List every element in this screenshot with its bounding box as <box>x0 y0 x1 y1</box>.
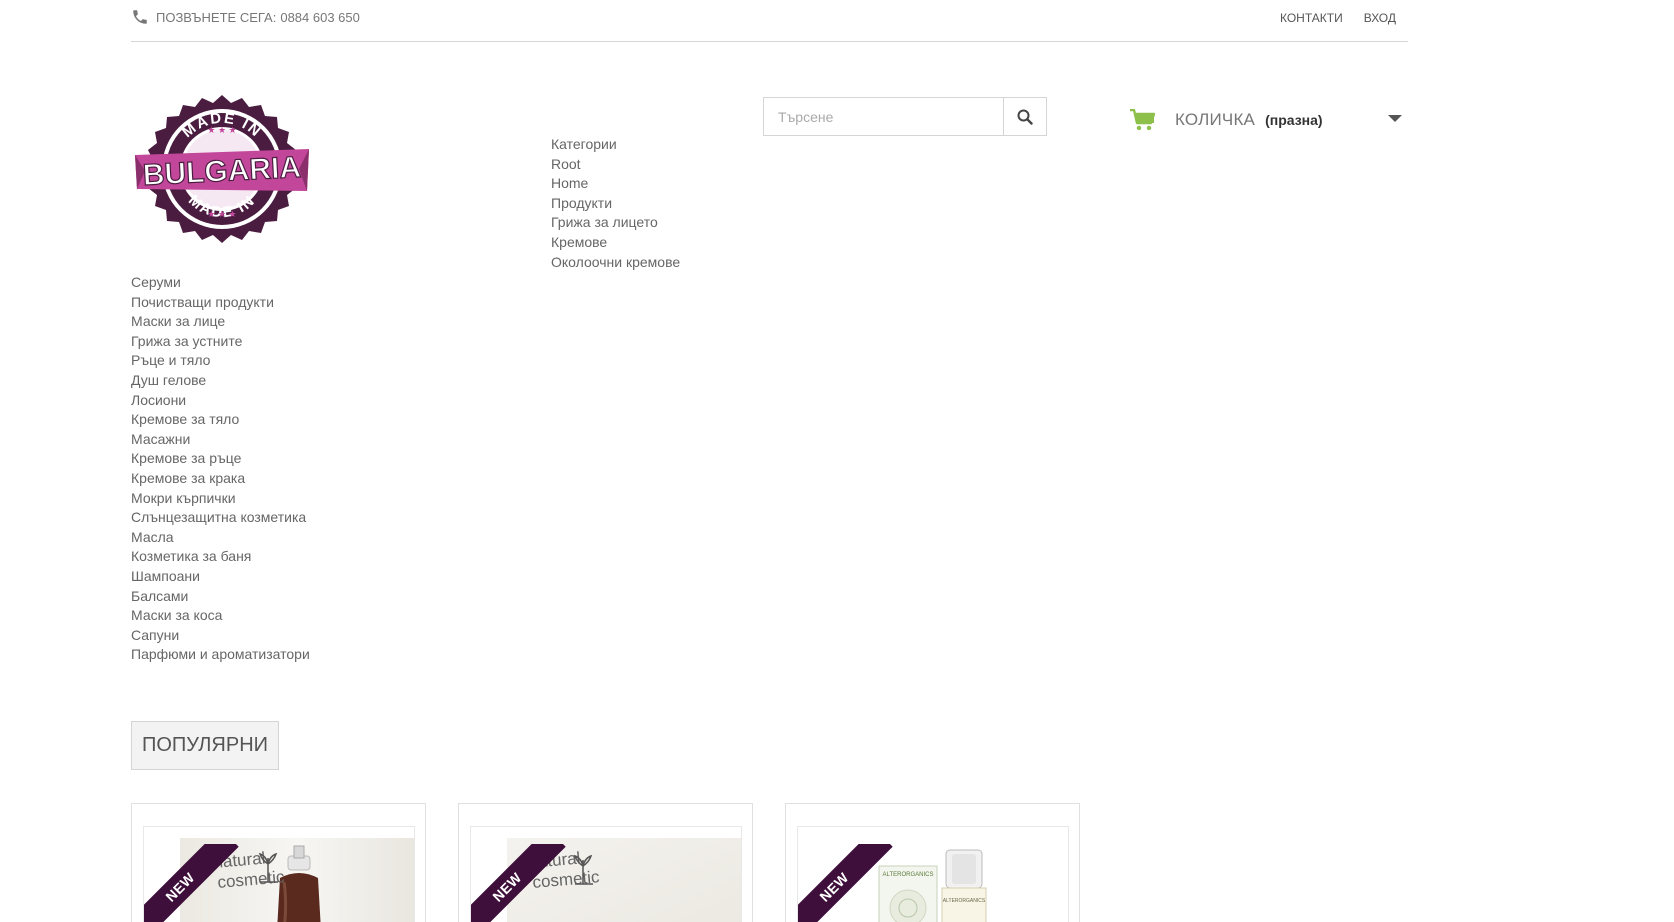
category-item[interactable]: Почистващи продукти <box>131 293 310 313</box>
category-item[interactable]: Душ гелове <box>131 371 310 391</box>
phone-info: ПОЗВЪНЕТЕ СЕГА: 0884 603 650 <box>131 8 360 26</box>
category-item[interactable]: Серуми <box>131 273 310 293</box>
category-item[interactable]: Грижа за устните <box>131 332 310 352</box>
product-card[interactable]: natural cosmetic NEW <box>131 803 426 922</box>
search-box <box>763 97 1047 136</box>
product-card[interactable]: natural cosmetic NEW <box>458 803 753 922</box>
menu-item-creams[interactable]: Кремове <box>551 233 680 253</box>
search-icon <box>1017 109 1033 125</box>
product-image[interactable]: ALTERORGANICS ALTERORGANICS <box>834 838 1068 922</box>
search-button[interactable] <box>1003 97 1047 136</box>
tab-popular[interactable]: ПОПУЛЯРНИ <box>131 721 279 770</box>
category-item[interactable]: Маски за лице <box>131 312 310 332</box>
svg-text:★ ★ ★: ★ ★ ★ <box>207 209 236 219</box>
category-list: Серуми Почистващи продукти Маски за лице… <box>131 273 310 665</box>
category-item[interactable]: Маски за коса <box>131 606 310 626</box>
top-bar: ПОЗВЪНЕТЕ СЕГА: 0884 603 650 КОНТАКТИ ВХ… <box>131 0 1408 42</box>
category-item[interactable]: Масажни <box>131 430 310 450</box>
category-item[interactable]: Слънцезащитна козметика <box>131 508 310 528</box>
cart-status: (празна) <box>1265 112 1323 128</box>
top-links: КОНТАКТИ ВХОД <box>1280 11 1396 25</box>
cart-label: КОЛИЧКА <box>1175 110 1256 129</box>
phone-label: ПОЗВЪНЕТЕ СЕГА: <box>156 9 277 25</box>
category-item[interactable]: Лосиони <box>131 391 310 411</box>
cart-icon <box>1130 109 1156 131</box>
cart-button[interactable]: КОЛИЧКА (празна) <box>1130 107 1402 133</box>
phone-number[interactable]: 0884 603 650 <box>280 10 360 25</box>
product-image[interactable]: natural cosmetic <box>180 838 414 922</box>
menu-item-eye-creams[interactable]: Околоочни кремове <box>551 253 680 273</box>
login-link[interactable]: ВХОД <box>1364 11 1396 25</box>
menu-item-categories[interactable]: Категории <box>551 135 680 155</box>
made-in-bulgaria-seal: MADE IN MADE IN BULGARIA ★ ★ ★ ★ ★ ★ <box>135 95 309 243</box>
menu-item-face-care[interactable]: Грижа за лицето <box>551 213 680 233</box>
contacts-link[interactable]: КОНТАКТИ <box>1280 11 1343 25</box>
category-item[interactable]: Мокри кърпички <box>131 489 310 509</box>
product-image-frame: ALTERORGANICS ALTERORGANICS NEW <box>797 826 1069 922</box>
site-logo[interactable]: MADE IN MADE IN BULGARIA ★ ★ ★ ★ ★ ★ <box>131 93 313 245</box>
menu-item-products[interactable]: Продукти <box>551 194 680 214</box>
category-item[interactable]: Кремове за тяло <box>131 410 310 430</box>
category-item[interactable]: Балсами <box>131 587 310 607</box>
category-item[interactable]: Кремове за крака <box>131 469 310 489</box>
category-item[interactable]: Сапуни <box>131 626 310 646</box>
menu-item-home[interactable]: Home <box>551 174 680 194</box>
menu-item-root[interactable]: Root <box>551 155 680 175</box>
phone-icon <box>133 10 147 24</box>
product-image-frame: natural cosmetic NEW <box>470 826 742 922</box>
search-input[interactable] <box>763 97 1003 136</box>
svg-text:ALTERORGANICS: ALTERORGANICS <box>943 898 986 904</box>
svg-text:ALTERORGANICS: ALTERORGANICS <box>883 872 934 878</box>
category-item[interactable]: Масла <box>131 528 310 548</box>
category-item[interactable]: Шампоани <box>131 567 310 587</box>
category-item[interactable]: Козметика за баня <box>131 547 310 567</box>
chevron-down-icon[interactable] <box>1388 115 1402 122</box>
category-item[interactable]: Кремове за ръце <box>131 449 310 469</box>
product-image-frame: natural cosmetic NEW <box>143 826 415 922</box>
category-item[interactable]: Ръце и тяло <box>131 351 310 371</box>
product-image[interactable]: natural cosmetic <box>507 838 741 922</box>
svg-text:★ ★ ★: ★ ★ ★ <box>207 125 236 135</box>
category-item[interactable]: Парфюми и ароматизатори <box>131 645 310 665</box>
product-card[interactable]: ALTERORGANICS ALTERORGANICS NEW <box>785 803 1080 922</box>
breadcrumb-menu: Категории Root Home Продукти Грижа за ли… <box>551 135 680 272</box>
